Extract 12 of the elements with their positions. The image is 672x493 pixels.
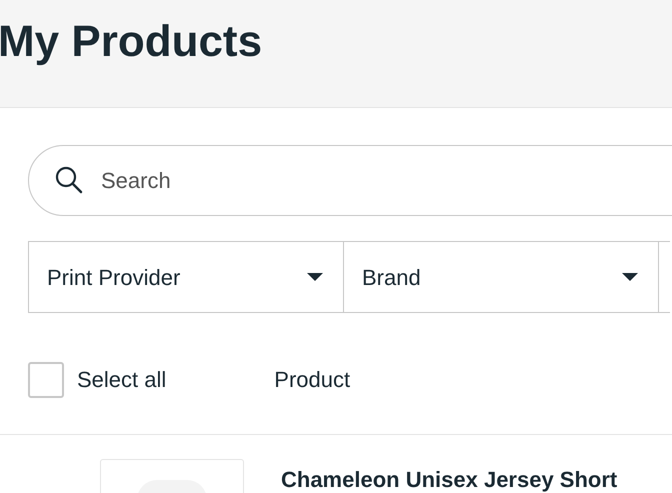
filter-dropdown[interactable] xyxy=(658,241,670,313)
product-column-header: Product xyxy=(274,366,350,394)
page-title: My Products xyxy=(0,16,262,68)
select-all-label: Select all xyxy=(77,366,166,394)
caret-icon xyxy=(307,273,323,281)
product-title[interactable]: Chameleon Unisex Jersey Short xyxy=(281,463,618,493)
search-icon xyxy=(54,165,84,195)
filter-dropdown[interactable]: Print Provider xyxy=(28,241,344,313)
select-all-checkbox[interactable] xyxy=(28,362,64,398)
caret-icon xyxy=(622,273,638,281)
filter-dropdown[interactable]: Brand xyxy=(343,241,659,313)
search-field[interactable]: Search xyxy=(28,145,672,216)
